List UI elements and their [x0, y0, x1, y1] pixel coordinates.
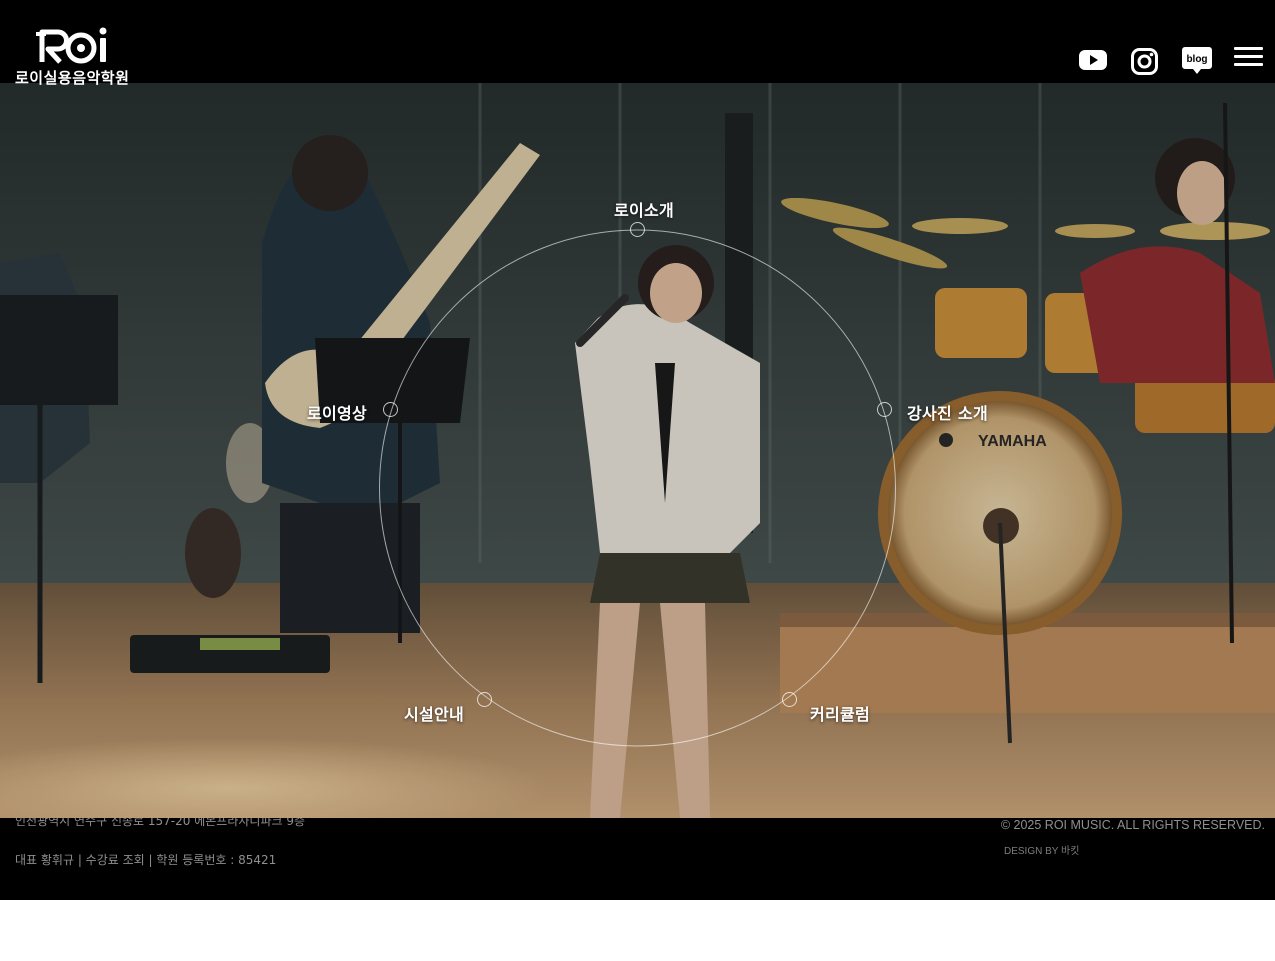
- copyright: © 2025 ROI MUSIC. ALL RIGHTS RESERVED.: [1000, 818, 1265, 832]
- nav-ring: [379, 229, 896, 747]
- nav-dot-right: [877, 402, 892, 417]
- menu-bar: [1234, 47, 1263, 50]
- blog-icon: blog: [1182, 47, 1212, 74]
- nav-dot-left: [383, 402, 398, 417]
- instagram-icon: [1131, 48, 1158, 75]
- youtube-icon: [1079, 50, 1107, 70]
- logo-text: 로이실용음악학원: [15, 69, 130, 87]
- site-logo[interactable]: 로이실용음악학원: [14, 22, 138, 87]
- blog-link[interactable]: blog: [1181, 44, 1213, 80]
- design-credit: DESIGN BY 바킷: [1004, 846, 1080, 857]
- nav-link-facilities[interactable]: 시설안내: [404, 701, 464, 725]
- site-header: 로이실용음악학원 blog: [0, 0, 1275, 87]
- nav-link-about[interactable]: 로이소개: [614, 197, 674, 221]
- site-footer: 인천광역시 연수구 신송로 157-20 에몬프라자디파크 9층 대표 황휘규 …: [0, 814, 1275, 900]
- circular-nav: 로이소개 로이영상 강사진 소개 시설안내 커리큘럼: [0, 83, 1275, 818]
- hero-banner: YAMAHA 로이소개 로이영상 강사진 소개 시설안내 커리큘럼: [0, 83, 1275, 818]
- nav-dot-bottom-right: [782, 692, 797, 707]
- instagram-link[interactable]: [1130, 44, 1160, 82]
- footer-info: 대표 황휘규 | 수강료 조회 | 학원 등록번호 : 85421: [15, 853, 277, 867]
- nav-link-videos[interactable]: 로이영상: [307, 400, 367, 424]
- svg-text:blog: blog: [1186, 54, 1207, 65]
- menu-bar: [1234, 63, 1263, 66]
- menu-bar: [1234, 55, 1263, 58]
- nav-link-curriculum[interactable]: 커리큘럼: [810, 701, 870, 725]
- hamburger-menu-button[interactable]: [1234, 45, 1265, 69]
- youtube-link[interactable]: [1078, 44, 1108, 78]
- roi-logo-icon: [36, 27, 107, 64]
- nav-link-instructors[interactable]: 강사진 소개: [907, 400, 988, 424]
- nav-dot-bottom-left: [477, 692, 492, 707]
- nav-dot-top: [630, 222, 645, 237]
